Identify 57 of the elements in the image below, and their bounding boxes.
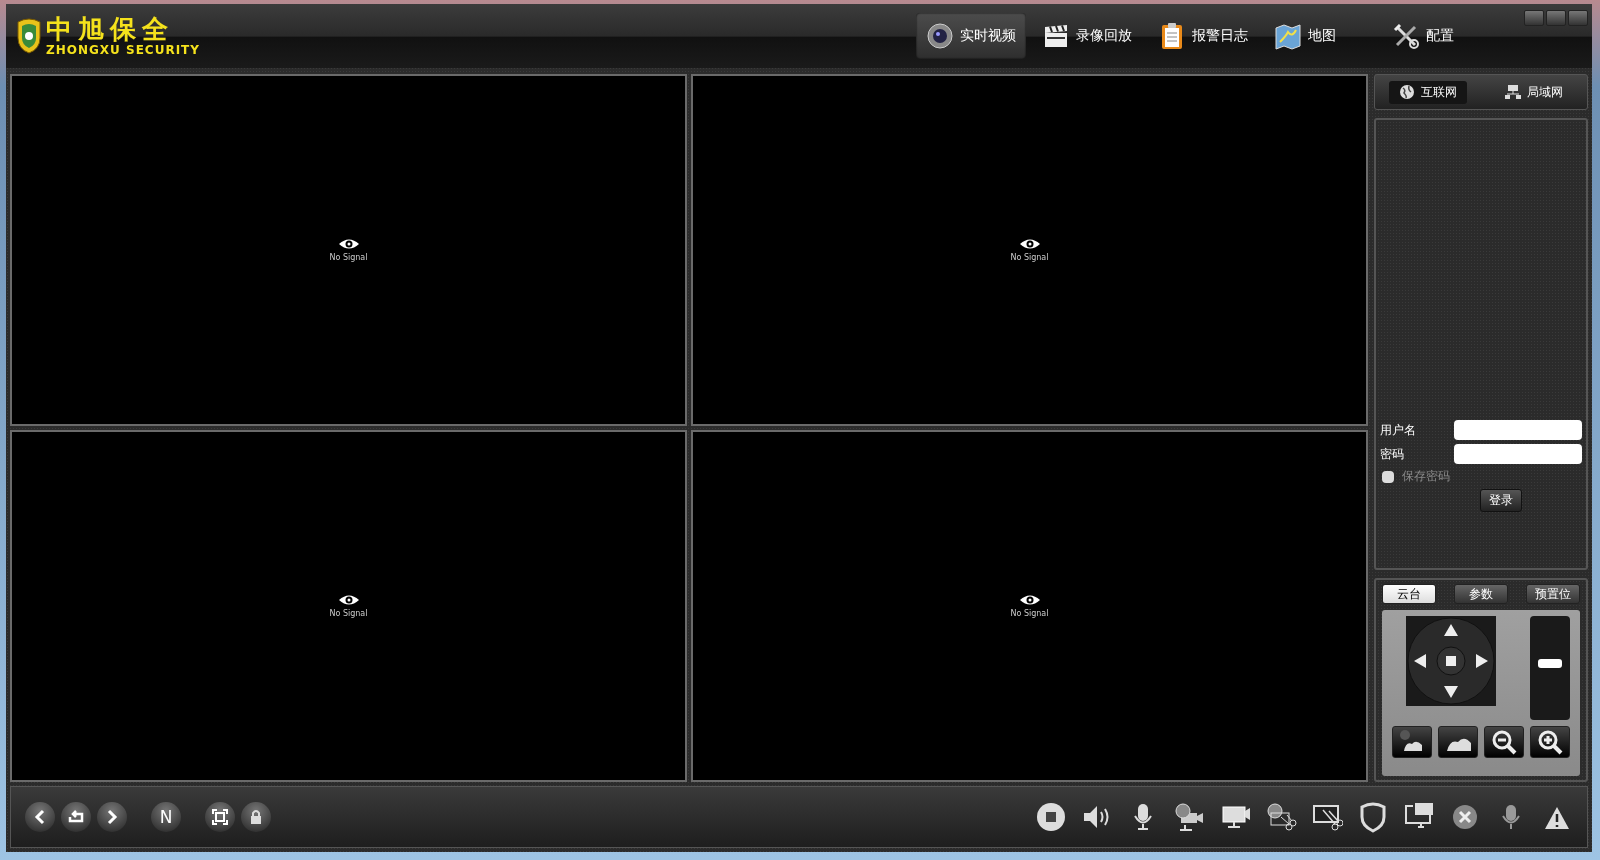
n-button[interactable]: N xyxy=(151,802,181,832)
nav-tab[interactable]: 地图 xyxy=(1264,13,1346,59)
globe-camera-icon[interactable] xyxy=(1173,801,1205,833)
camera-lens-icon xyxy=(926,22,954,50)
network-tab[interactable]: 局域网 xyxy=(1495,80,1573,104)
nav-tab[interactable]: 配置 xyxy=(1382,13,1464,59)
password-label: 密码 xyxy=(1380,445,1404,463)
login-button[interactable]: 登录 xyxy=(1480,489,1522,512)
checkbox[interactable] xyxy=(1382,470,1394,483)
video-pane[interactable]: No Signal xyxy=(10,74,687,426)
username-field[interactable] xyxy=(1454,420,1582,440)
fullscreen-icon xyxy=(211,808,229,826)
shield-icon xyxy=(16,18,42,54)
password-field[interactable] xyxy=(1454,444,1582,464)
slider-thumb[interactable] xyxy=(1538,659,1562,668)
ptz-tab[interactable]: 参数 xyxy=(1454,584,1508,604)
no-signal-label: No Signal xyxy=(329,253,368,262)
no-signal-label: No Signal xyxy=(329,609,368,618)
portrait-button[interactable] xyxy=(1392,726,1432,758)
video-pane[interactable]: No Signal xyxy=(691,430,1368,782)
logo-subtitle: ZHONGXU SECURITY xyxy=(46,43,200,57)
globe-icon xyxy=(1399,84,1415,100)
ptz-tab[interactable]: 云台 xyxy=(1382,584,1436,604)
direction-pad[interactable] xyxy=(1406,616,1496,706)
repeat-button[interactable] xyxy=(61,802,91,832)
no-signal-label: No Signal xyxy=(1010,253,1049,262)
nav-tab[interactable]: 录像回放 xyxy=(1032,13,1142,59)
fullscreen-button[interactable] xyxy=(205,802,235,832)
clapperboard-icon xyxy=(1042,22,1070,50)
zoom-in-button[interactable] xyxy=(1530,726,1570,758)
previous-button[interactable] xyxy=(25,802,55,832)
stop-icon[interactable] xyxy=(1035,801,1067,833)
nav-tab[interactable]: 实时视频 xyxy=(916,13,1026,59)
zoom-out-icon xyxy=(1490,729,1518,755)
zoom-slider[interactable] xyxy=(1530,616,1570,720)
logo-title: 中旭保全 xyxy=(46,15,175,43)
map-icon xyxy=(1274,22,1302,50)
zoom-out-button[interactable] xyxy=(1484,726,1524,758)
ptz-tab[interactable]: 预置位 xyxy=(1526,584,1580,604)
network-icon xyxy=(1505,84,1521,100)
lock-button[interactable] xyxy=(241,802,271,832)
eye-icon xyxy=(337,238,360,250)
no-signal-label: No Signal xyxy=(1010,609,1049,618)
nav-tab[interactable]: 报警日志 xyxy=(1148,13,1258,59)
username-label: 用户名 xyxy=(1380,421,1416,439)
video-pane[interactable]: No Signal xyxy=(691,74,1368,426)
eye-icon xyxy=(1018,238,1041,250)
globe-scissors-icon[interactable] xyxy=(1265,801,1297,833)
network-tab[interactable]: 互联网 xyxy=(1389,80,1467,104)
checkbox-label: 保存密码 xyxy=(1402,468,1450,485)
landscape-button[interactable] xyxy=(1438,726,1478,758)
eye-icon xyxy=(337,594,360,606)
eye-icon xyxy=(1018,594,1041,606)
video-pane[interactable]: No Signal xyxy=(10,430,687,782)
next-button[interactable] xyxy=(97,802,127,832)
zoom-in-icon xyxy=(1536,729,1564,755)
tools-icon xyxy=(1392,22,1420,50)
